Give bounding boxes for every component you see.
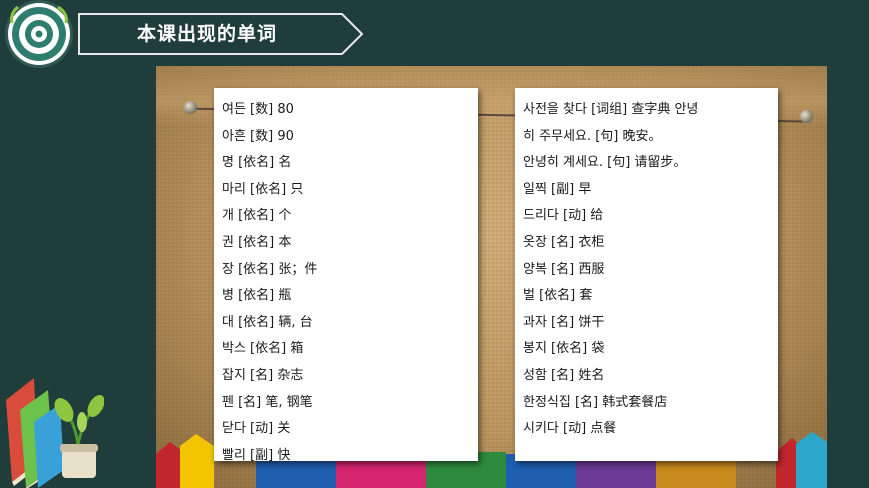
vocab-line: 닫다 [动] 关	[222, 421, 291, 437]
target-icon	[10, 5, 68, 61]
vocab-line: 명 [依名] 名	[222, 155, 292, 171]
pin-icon	[800, 110, 813, 123]
word-card-right: 사전을 찾다 [词组] 查字典 안녕히 주무세요. [句] 晚安。 안녕히 계세요…	[515, 88, 778, 461]
vocab-line: 안녕히 계세요. [句] 请留步。	[523, 155, 687, 171]
burlap-board: 여든 [数] 80 아흔 [数] 90 명 [依名] 名 마리 [依名] 只 개 [依名…	[156, 66, 827, 488]
vocab-line: 마리 [依名] 只	[222, 181, 304, 197]
vocab-line: 여든 [数] 80	[222, 102, 294, 117]
vocab-line: 박스 [依名] 箱	[222, 341, 304, 357]
vocab-line: 성함 [名] 姓名	[523, 368, 605, 383]
vocab-line: 시키다 [动] 点餐	[523, 421, 617, 437]
vocab-line: 과자 [名] 饼干	[523, 314, 605, 330]
pin-icon	[184, 101, 197, 114]
target-logo-icon	[8, 3, 70, 65]
vocab-line: 대 [依名] 辆, 台	[222, 314, 313, 330]
vocab-line: 옷장 [名] 衣柜	[523, 235, 605, 250]
vocab-line: 병 [依名] 瓶	[222, 288, 292, 304]
vocab-line: 한정식집 [名] 韩式套餐店	[523, 394, 668, 410]
vocab-line: 빨리 [副] 快	[222, 447, 291, 461]
vocab-line: 권 [依名] 本	[222, 235, 292, 250]
vocab-line: 히 주무세요. [句] 晚安。	[523, 128, 662, 144]
vocab-line: 아흔 [数] 90	[222, 128, 294, 144]
vocab-line: 벌 [依名] 套	[523, 288, 593, 304]
vocab-line: 봉지 [依名] 袋	[523, 341, 605, 357]
vocab-line: 사전을 찾다 [词组] 查字典 안녕	[523, 102, 699, 117]
vocab-line: 개 [依名] 个	[222, 208, 292, 224]
vocab-line: 양복 [名] 西服	[523, 261, 605, 277]
vocab-line: 펜 [名] 笔, 钢笔	[222, 394, 313, 410]
vocab-line: 드리다 [动] 给	[523, 208, 604, 224]
vocab-line: 장 [依名] 张；件	[222, 261, 318, 277]
books-plant-icon	[6, 378, 104, 488]
vocab-line: 잡지 [名] 杂志	[222, 368, 304, 383]
page-title: 本课出现的单词	[136, 23, 277, 45]
word-card-left: 여든 [数] 80 아흔 [数] 90 명 [依名] 名 마리 [依名] 只 개 [依名…	[214, 88, 478, 461]
vocab-line: 일찍 [副] 早	[523, 181, 592, 197]
